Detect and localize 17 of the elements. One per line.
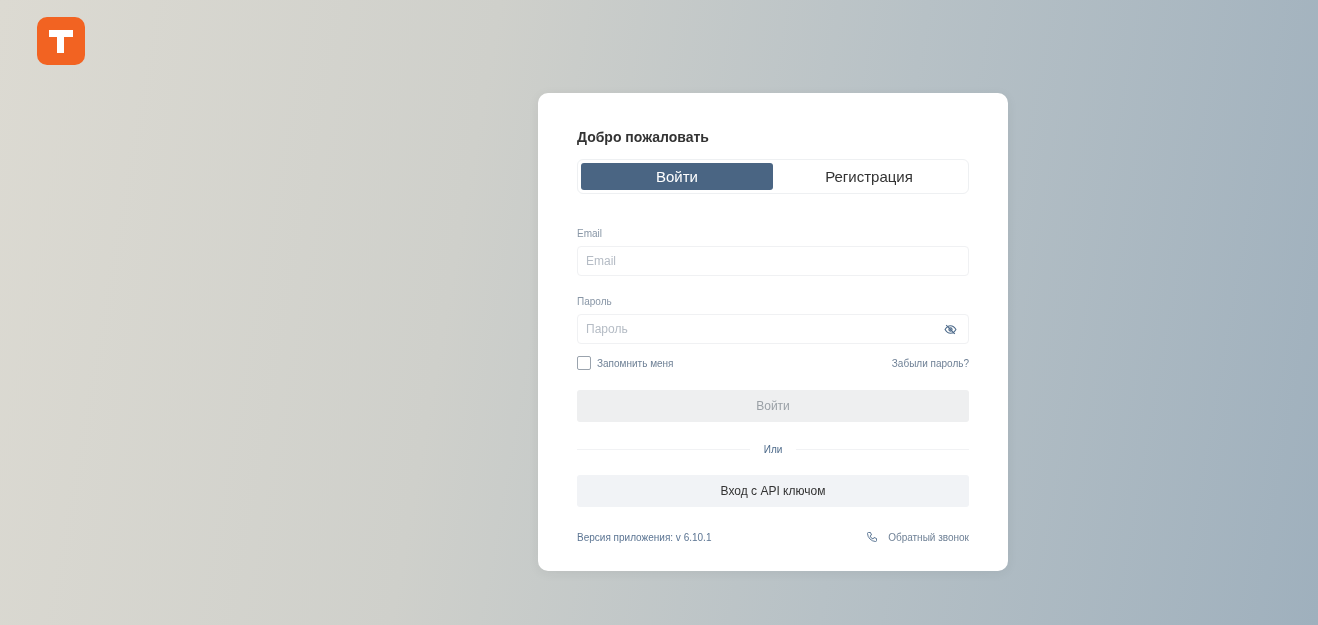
tab[interactable]: Регистрация — [773, 163, 965, 190]
password-field[interactable]: Пароль — [577, 314, 969, 344]
email-field[interactable]: Email — [577, 246, 969, 276]
checkbox[interactable] — [577, 356, 591, 370]
checkbox-label: Запомнить меня — [597, 357, 674, 369]
tab[interactable]: Войти — [581, 163, 773, 190]
field-label: Пароль — [577, 296, 613, 307]
api-key-login-button[interactable]: Вход с API ключом — [577, 475, 969, 507]
eye-off-icon[interactable] — [944, 323, 957, 336]
phone-icon — [866, 531, 879, 543]
callback-link[interactable]: Обратный звонок — [888, 531, 969, 543]
card-title: Добро пожаловать — [577, 129, 710, 145]
logo-icon — [37, 17, 85, 65]
divider-text: Или — [763, 444, 783, 455]
field-label: Email — [577, 228, 603, 239]
forgot-password-link[interactable]: Забыли пароль? — [891, 357, 969, 369]
version-text: Версия приложения: v 6.10.1 — [577, 531, 712, 543]
